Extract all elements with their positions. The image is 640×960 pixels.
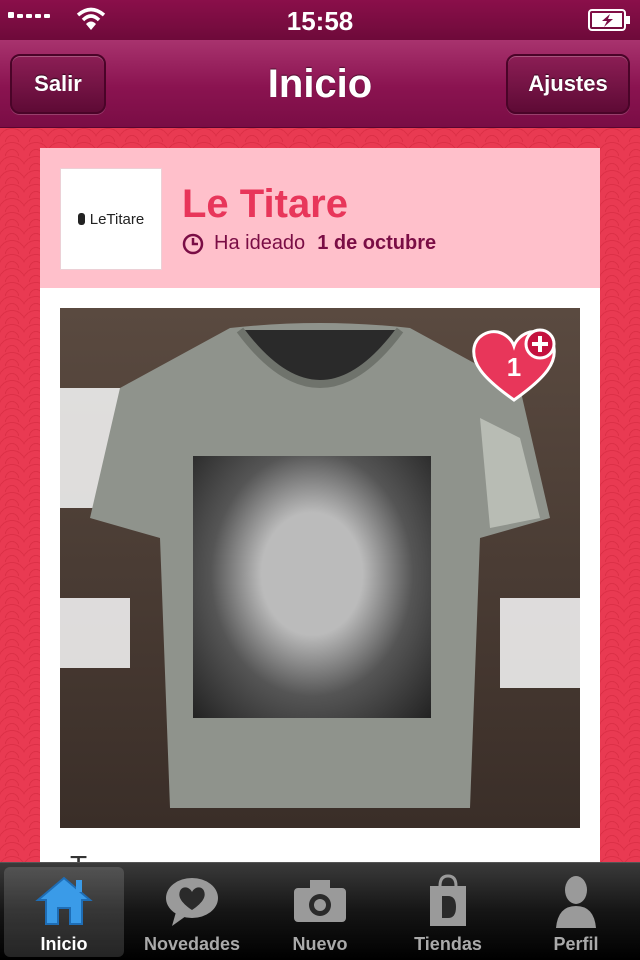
printed-portrait [193, 456, 431, 718]
logo-figure-icon [77, 213, 85, 225]
like-count: 1 [506, 352, 522, 382]
shopping-bag-icon [430, 874, 466, 926]
tab-label: Nuevo [292, 934, 348, 954]
tab-label: Perfil [553, 934, 599, 954]
store-logo-text: LeTitare [89, 210, 145, 228]
battery-charging-icon [588, 9, 630, 31]
tab-tiendas[interactable]: Tiendas [384, 863, 512, 960]
status-time: 15:58 [286, 6, 354, 36]
post-meta: Ha ideado 1 de octubre [182, 232, 436, 255]
navigation-bar: Salir Inicio Ajustes [0, 40, 640, 128]
meta-prefix: Ha ideado [214, 232, 306, 254]
post-header: LeTitare Le Titare Ha ideado 1 de octubr… [40, 148, 600, 288]
post-date: 1 de octubre [317, 232, 437, 254]
tab-label: Tiendas [414, 934, 482, 954]
post-card[interactable]: LeTitare Le Titare Ha ideado 1 de octubr… [40, 148, 600, 862]
post-caption: T [70, 850, 87, 862]
tab-label: Inicio [40, 934, 88, 954]
home-icon [35, 876, 93, 925]
clock-icon [182, 233, 204, 254]
tab-bar: Inicio Novedades Nuevo Tiendas Perfil [0, 862, 640, 960]
status-bar: 15:58 [0, 0, 640, 40]
heart-bubble-icon [166, 878, 218, 926]
post-photo[interactable]: 1 [60, 308, 580, 828]
store-name[interactable]: Le Titare [182, 182, 348, 227]
tab-inicio[interactable]: Inicio [0, 863, 128, 960]
ajustes-button[interactable]: Ajustes [506, 54, 630, 114]
tab-label: Novedades [143, 934, 241, 954]
feed[interactable]: LeTitare Le Titare Ha ideado 1 de octubr… [0, 128, 640, 862]
person-icon [556, 876, 596, 928]
camera-icon [294, 880, 346, 922]
like-badge[interactable]: 1 [470, 326, 560, 406]
tab-nuevo[interactable]: Nuevo [256, 863, 384, 960]
tab-perfil[interactable]: Perfil [512, 863, 640, 960]
store-avatar[interactable]: LeTitare [60, 168, 162, 270]
tab-novedades[interactable]: Novedades [128, 863, 256, 960]
